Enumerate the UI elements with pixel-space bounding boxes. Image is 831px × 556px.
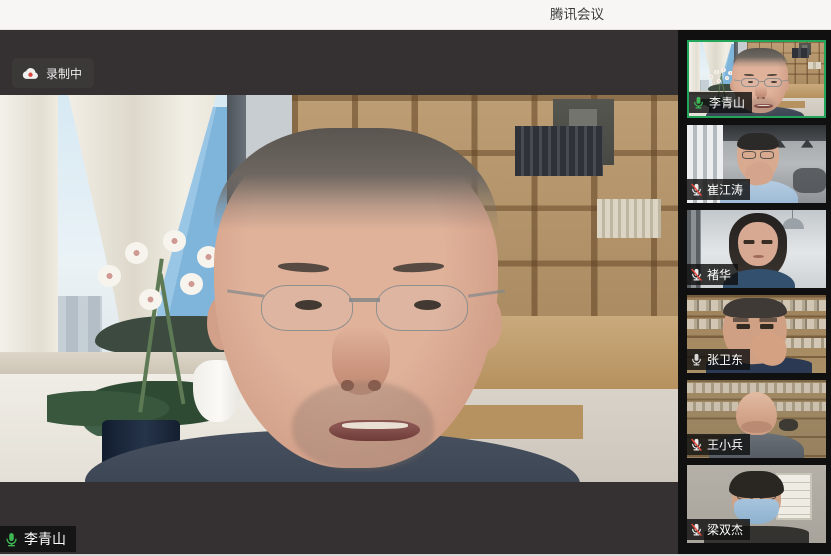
recording-badge[interactable]: 录制中 <box>12 58 94 88</box>
main-video-stage[interactable]: 录制中 李青山 <box>0 30 678 554</box>
mic-muted-icon <box>690 183 703 196</box>
person-mouth <box>329 420 421 441</box>
participant-tile-zhangweidong[interactable]: 张卫东 <box>687 295 826 373</box>
participant-tile-cuijiangtao[interactable]: 崔江涛 <box>687 125 826 203</box>
glasses-bridge <box>759 81 765 82</box>
participants-sidebar[interactable]: 李青山 崔江涛 <box>678 30 831 554</box>
orchid-flower <box>163 230 186 252</box>
mic-muted-icon <box>690 438 703 451</box>
titlebar[interactable]: 腾讯会议 <box>0 0 831 30</box>
mic-idle-icon <box>690 353 703 366</box>
mic-muted-icon <box>690 268 703 281</box>
glasses-lens <box>261 285 353 331</box>
tencent-meeting-window: 腾讯会议 <box>0 0 831 556</box>
participant-name-tag: 王小兵 <box>687 434 750 455</box>
main-video[interactable] <box>0 95 678 482</box>
main-video-name-tag: 李青山 <box>0 526 76 552</box>
orchid-flower <box>709 75 714 79</box>
orchid-flower <box>139 289 162 311</box>
mic-muted-icon <box>690 523 703 536</box>
books <box>597 199 661 238</box>
person-hair <box>737 133 779 150</box>
desk-equipment <box>793 168 826 193</box>
participant-name-tag: 梁双杰 <box>687 519 750 540</box>
window-title: 腾讯会议 <box>550 0 604 29</box>
participant-name-tag: 褚华 <box>687 264 738 285</box>
orchid-flower <box>125 242 148 264</box>
glasses-bridge <box>349 298 380 302</box>
recording-label: 录制中 <box>46 65 82 82</box>
shelf-object <box>779 419 798 431</box>
person-eyes <box>734 324 776 329</box>
curtain-panel <box>0 95 58 381</box>
mic-on-icon <box>692 96 705 109</box>
person-hair <box>723 298 787 318</box>
orchid-flower <box>721 68 726 72</box>
person-face <box>738 222 778 266</box>
meeting-content: 录制中 李青山 <box>0 30 831 554</box>
glasses-lens <box>376 285 468 331</box>
video-scene-study-room <box>0 95 678 482</box>
books <box>784 338 826 348</box>
participant-tile-chuhua[interactable]: 褚华 <box>687 210 826 288</box>
participant-tile-liqingshan[interactable]: 李青山 <box>687 40 826 118</box>
person-hair <box>732 48 789 73</box>
glasses-lens <box>764 78 782 87</box>
person-eyebrows <box>733 318 777 322</box>
person-face-shadow <box>741 421 772 433</box>
person-mouth <box>753 255 764 258</box>
participant-name-tag: 张卫东 <box>687 349 750 370</box>
participant-name: 崔江涛 <box>707 181 743 198</box>
participant-name-tag: 李青山 <box>689 92 752 113</box>
participant-name: 褚华 <box>707 266 731 283</box>
person-mouth <box>754 104 772 108</box>
mic-on-icon <box>4 532 19 547</box>
recording-cloud-icon <box>22 67 39 80</box>
participant-name: 王小兵 <box>707 436 743 453</box>
orchid-flower <box>180 273 203 295</box>
glasses-lens <box>760 151 774 159</box>
participant-tile-liangshuangjie[interactable]: 梁双杰 <box>687 465 826 543</box>
glasses-lens <box>742 151 756 159</box>
participant-name: 张卫东 <box>707 351 743 368</box>
participant-name: 李青山 <box>709 94 745 111</box>
main-video-name: 李青山 <box>24 529 66 549</box>
lamp-cord <box>792 210 793 218</box>
glasses-lens <box>741 78 759 87</box>
person-eyes <box>743 240 774 245</box>
books <box>515 126 603 176</box>
participant-name: 梁双杰 <box>707 521 743 538</box>
dome-lamp <box>782 218 804 229</box>
curtain-panel <box>689 42 700 97</box>
participant-name-tag: 崔江涛 <box>687 179 750 200</box>
books <box>808 62 821 69</box>
participant-tile-wangxiaobing[interactable]: 王小兵 <box>687 380 826 458</box>
orchid-flower <box>714 70 719 74</box>
books <box>792 48 810 58</box>
